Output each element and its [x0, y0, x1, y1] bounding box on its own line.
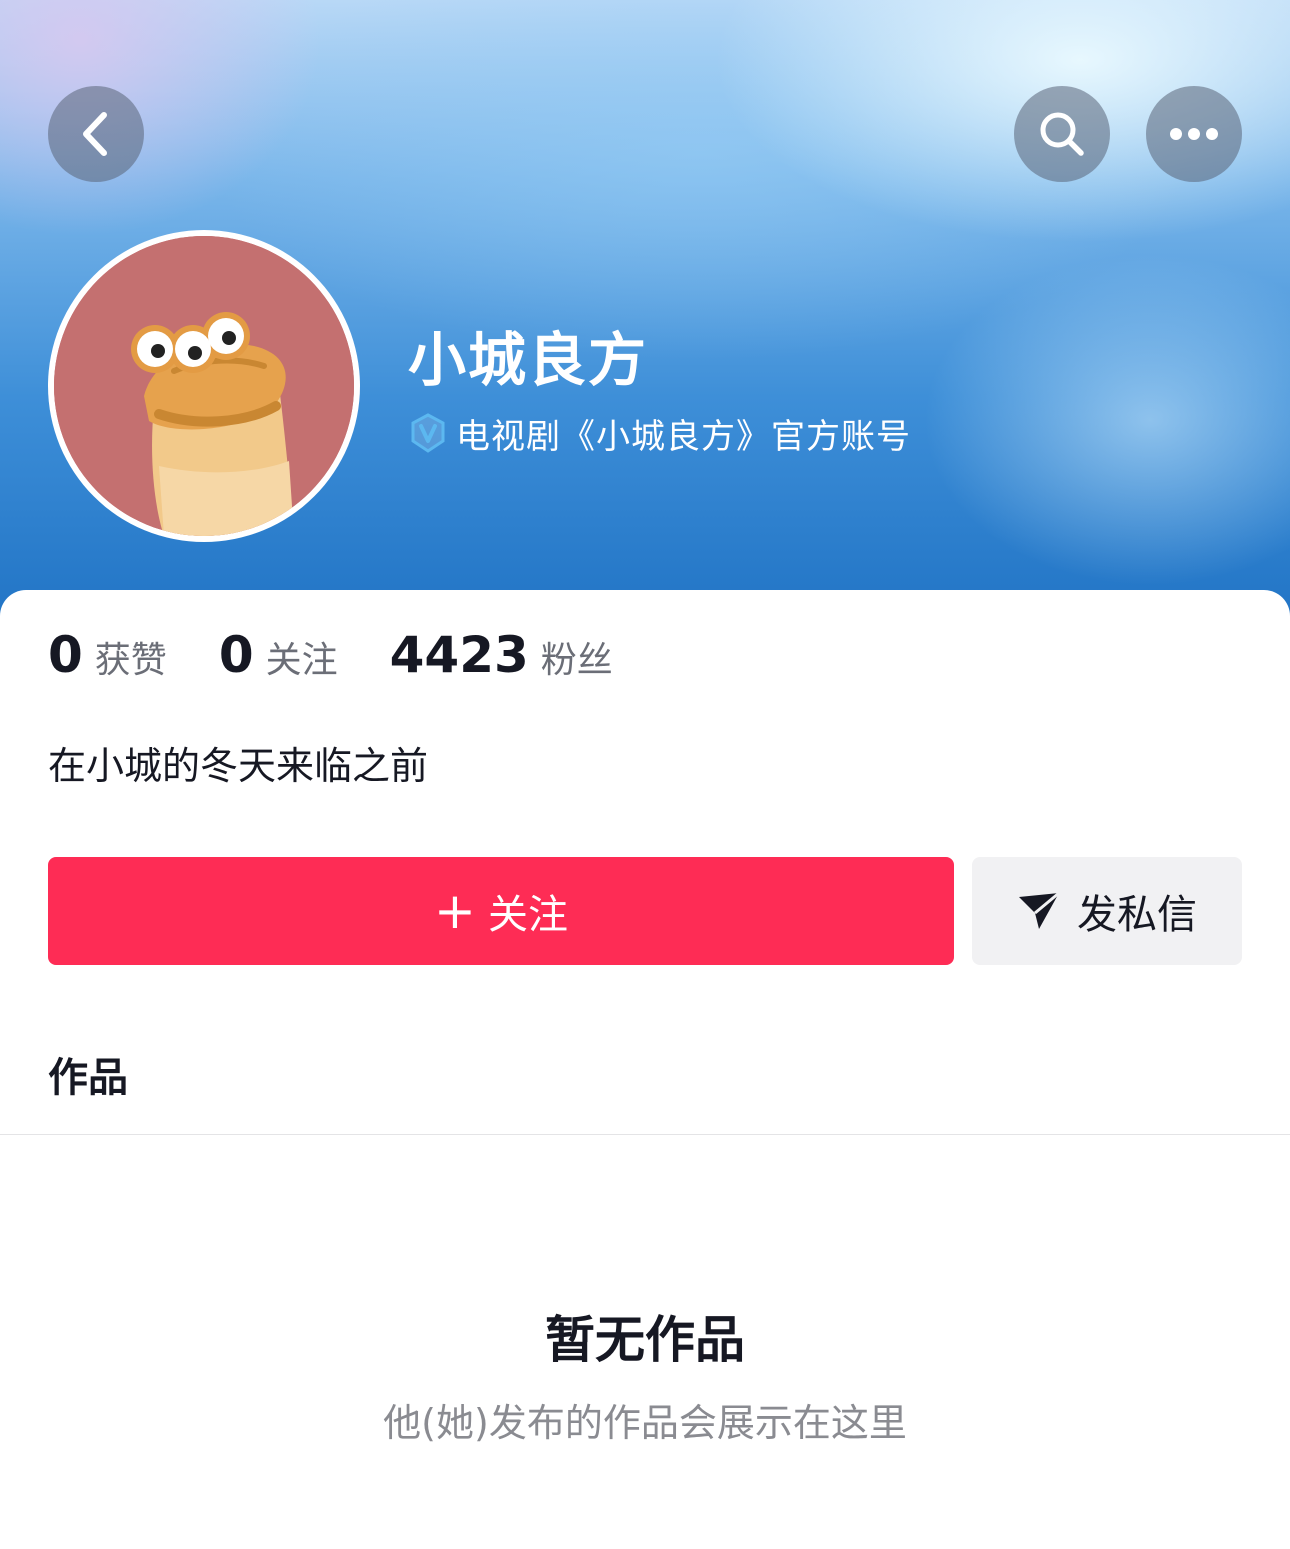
- stat-followers[interactable]: 4423 粉丝: [390, 626, 613, 684]
- stats-row: 0 获赞 0 关注 4423 粉丝: [48, 626, 613, 706]
- search-button[interactable]: [1014, 86, 1110, 182]
- chevron-left-icon: [83, 112, 107, 156]
- verification-row: 电视剧《小城良方》官方账号: [408, 408, 911, 458]
- verified-v-icon: [411, 413, 445, 453]
- empty-state-title: 暂无作品: [545, 1311, 745, 1369]
- profile-bio: 在小城的冬天来临之前: [48, 744, 429, 788]
- follow-button[interactable]: + 关注: [48, 857, 954, 965]
- avatar[interactable]: [48, 230, 360, 542]
- profile-name: 小城良方: [408, 326, 649, 394]
- send-message-button[interactable]: 发私信: [972, 857, 1242, 965]
- stat-following[interactable]: 0 关注: [219, 626, 338, 684]
- follow-button-label: 关注: [487, 892, 568, 938]
- tab-divider: [0, 1134, 1290, 1135]
- more-button[interactable]: [1146, 86, 1242, 182]
- stat-likes[interactable]: 0 获赞: [48, 626, 167, 684]
- send-message-label: 发私信: [1077, 892, 1197, 938]
- more-dots-icon: [1170, 128, 1218, 140]
- cartoon-character-avatar: [54, 236, 354, 536]
- stat-followers-label: 粉丝: [540, 640, 613, 681]
- stat-likes-label: 获赞: [94, 640, 167, 681]
- stat-followers-value: 4423: [389, 626, 529, 684]
- send-arrow-icon: [1019, 891, 1060, 929]
- stat-following-value: 0: [218, 626, 254, 684]
- empty-state-subtitle: 他(她)发布的作品会展示在这里: [383, 1401, 907, 1445]
- verification-text: 电视剧《小城良方》官方账号: [456, 416, 911, 457]
- profile-content-card: 0 获赞 0 关注 4423 粉丝 在小城的冬天来临之前 + 关注 发私信 作品…: [0, 590, 1290, 1549]
- tab-works[interactable]: 作品: [48, 1048, 128, 1108]
- stat-likes-value: 0: [48, 626, 83, 684]
- back-button[interactable]: [48, 86, 144, 182]
- stat-following-label: 关注: [265, 640, 338, 681]
- search-icon: [1040, 112, 1084, 156]
- plus-icon: +: [434, 882, 476, 940]
